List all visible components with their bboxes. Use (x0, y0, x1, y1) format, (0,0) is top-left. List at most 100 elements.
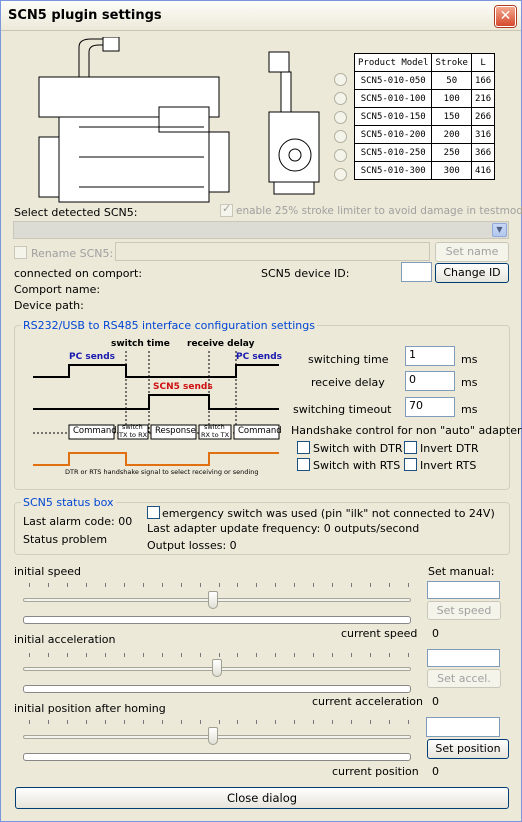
accel-progress-bar (23, 685, 411, 693)
switch-dtr-checkbox[interactable] (297, 441, 310, 454)
table-row: SCN5-010-100 100 216 (353, 89, 496, 108)
receive-delay-label: receive delay (187, 339, 255, 349)
current-speed-value: 0 (432, 627, 439, 640)
model-radio-150[interactable] (334, 111, 347, 124)
pc-sends-label-2: PC sends (236, 352, 283, 362)
model-cell: SCN5-010-100 (353, 89, 433, 108)
comport-name-label: Comport name: (14, 283, 101, 296)
output-losses-text: Output losses: 0 (147, 539, 237, 552)
position-manual-input[interactable] (426, 717, 500, 737)
set-manual-label: Set manual: (428, 565, 495, 578)
speed-slider-ticks (29, 583, 409, 587)
invert-dtr-checkbox[interactable] (404, 441, 417, 454)
close-window-button[interactable]: ✕ (495, 6, 516, 27)
position-slider-thumb[interactable] (208, 727, 219, 745)
receive-delay-unit: ms (461, 376, 478, 389)
position-progress-bar (23, 753, 411, 761)
switching-time-unit: ms (461, 353, 478, 366)
close-dialog-button[interactable]: Close dialog (15, 787, 509, 809)
switch-rts-checkbox[interactable] (297, 458, 310, 471)
length-cell: 416 (470, 161, 496, 180)
set-speed-button[interactable]: Set speed (427, 601, 501, 620)
invert-rts-label: Invert RTS (420, 459, 477, 472)
stroke-cell: 300 (431, 161, 472, 180)
model-radio-100[interactable] (334, 92, 347, 105)
switching-timeout-unit: ms (461, 403, 478, 416)
speed-slider-thumb[interactable] (208, 591, 219, 609)
model-cell: SCN5-010-050 (353, 71, 433, 90)
command-label-1: Command (73, 426, 117, 436)
response-label: Response (155, 426, 196, 436)
model-radio-200[interactable] (334, 130, 347, 143)
initial-position-label: initial position after homing (14, 702, 166, 715)
update-frequency-text: Last adapter update frequency: 0 outputs… (147, 522, 420, 535)
switch-tx-rx-label-a: switch (122, 423, 143, 431)
table-row: SCN5-010-250 250 366 (353, 143, 496, 162)
model-header-length: L (470, 53, 496, 72)
set-name-button[interactable]: Set name (435, 242, 509, 262)
model-cell: SCN5-010-200 (353, 125, 433, 144)
stroke-limiter-checkbox[interactable]: ✓ (220, 202, 233, 217)
model-radio-050[interactable] (334, 73, 347, 86)
model-header-model: Product Model (353, 53, 433, 72)
status-problem-text: Status problem (23, 533, 108, 546)
rename-input[interactable] (115, 242, 430, 261)
pc-sends-label-1: PC sends (69, 352, 116, 362)
stroke-cell: 100 (431, 89, 472, 108)
model-table-header: Product Model Stroke L (353, 53, 496, 72)
change-id-button[interactable]: Change ID (435, 263, 509, 283)
select-scn5-label: Select detected SCN5: (14, 206, 138, 219)
stroke-limiter-label: enable 25% stroke limiter to avoid damag… (236, 205, 522, 217)
switch-tx-rx-label-b: TX to RX (119, 431, 148, 439)
accel-slider-thumb[interactable] (212, 659, 222, 677)
set-accel-button[interactable]: Set accel. (427, 669, 501, 688)
timing-diagram: PC sends switch time receive delay PC se… (31, 337, 283, 481)
switching-time-input[interactable]: 1 (405, 346, 455, 366)
length-cell: 166 (470, 71, 496, 90)
model-radio-250[interactable] (334, 149, 347, 162)
initial-acceleration-label: initial acceleration (14, 633, 116, 646)
actuator-illustration (19, 36, 339, 207)
scn5-device-select[interactable]: ▼ (13, 221, 509, 239)
stroke-cell: 250 (431, 143, 472, 162)
rename-checkbox[interactable] (14, 246, 27, 259)
rename-label: Rename SCN5: (31, 247, 114, 260)
title-bar: SCN5 plugin settings ✕ (1, 1, 521, 31)
command-label-2: Command (238, 426, 282, 436)
accel-slider-ticks (29, 653, 409, 657)
stroke-cell: 200 (431, 125, 472, 144)
device-id-input[interactable] (401, 262, 432, 282)
length-cell: 316 (470, 125, 496, 144)
switching-timeout-label: switching timeout (293, 403, 392, 416)
close-icon: ✕ (499, 8, 512, 24)
set-position-button[interactable]: Set position (427, 739, 509, 759)
status-box-title: SCN5 status box (21, 496, 116, 509)
current-position-label: current position (332, 765, 419, 778)
receive-delay-input-label: receive delay (311, 376, 385, 389)
receive-delay-input[interactable]: 0 (405, 371, 455, 391)
length-cell: 366 (470, 143, 496, 162)
stroke-cell: 150 (431, 107, 472, 126)
device-path-label: Device path: (14, 299, 84, 312)
length-cell: 216 (470, 89, 496, 108)
table-row: SCN5-010-300 300 416 (353, 161, 496, 180)
initial-speed-label: initial speed (14, 565, 81, 578)
accel-manual-input[interactable] (427, 649, 500, 667)
model-cell: SCN5-010-300 (353, 161, 433, 180)
last-alarm-code: Last alarm code: 00 (23, 515, 133, 528)
length-cell: 266 (470, 107, 496, 126)
current-speed-label: current speed (341, 627, 418, 640)
model-radio-300[interactable] (334, 168, 347, 181)
switching-timeout-input[interactable]: 70 (405, 397, 455, 417)
model-table: Product Model Stroke L SCN5-010-050 50 166… (353, 53, 496, 180)
actuator-drawing-icon (38, 36, 320, 203)
stroke-cell: 50 (431, 71, 472, 90)
switch-rts-label: Switch with RTS (313, 459, 401, 472)
model-header-stroke: Stroke (431, 53, 472, 72)
chevron-down-icon[interactable]: ▼ (492, 223, 507, 237)
speed-manual-input[interactable] (427, 581, 500, 599)
emergency-switch-checkbox[interactable] (147, 506, 160, 519)
invert-rts-checkbox[interactable] (404, 458, 417, 471)
current-acceleration-value: 0 (432, 695, 439, 708)
connected-comport-label: connected on comport: (14, 267, 143, 280)
